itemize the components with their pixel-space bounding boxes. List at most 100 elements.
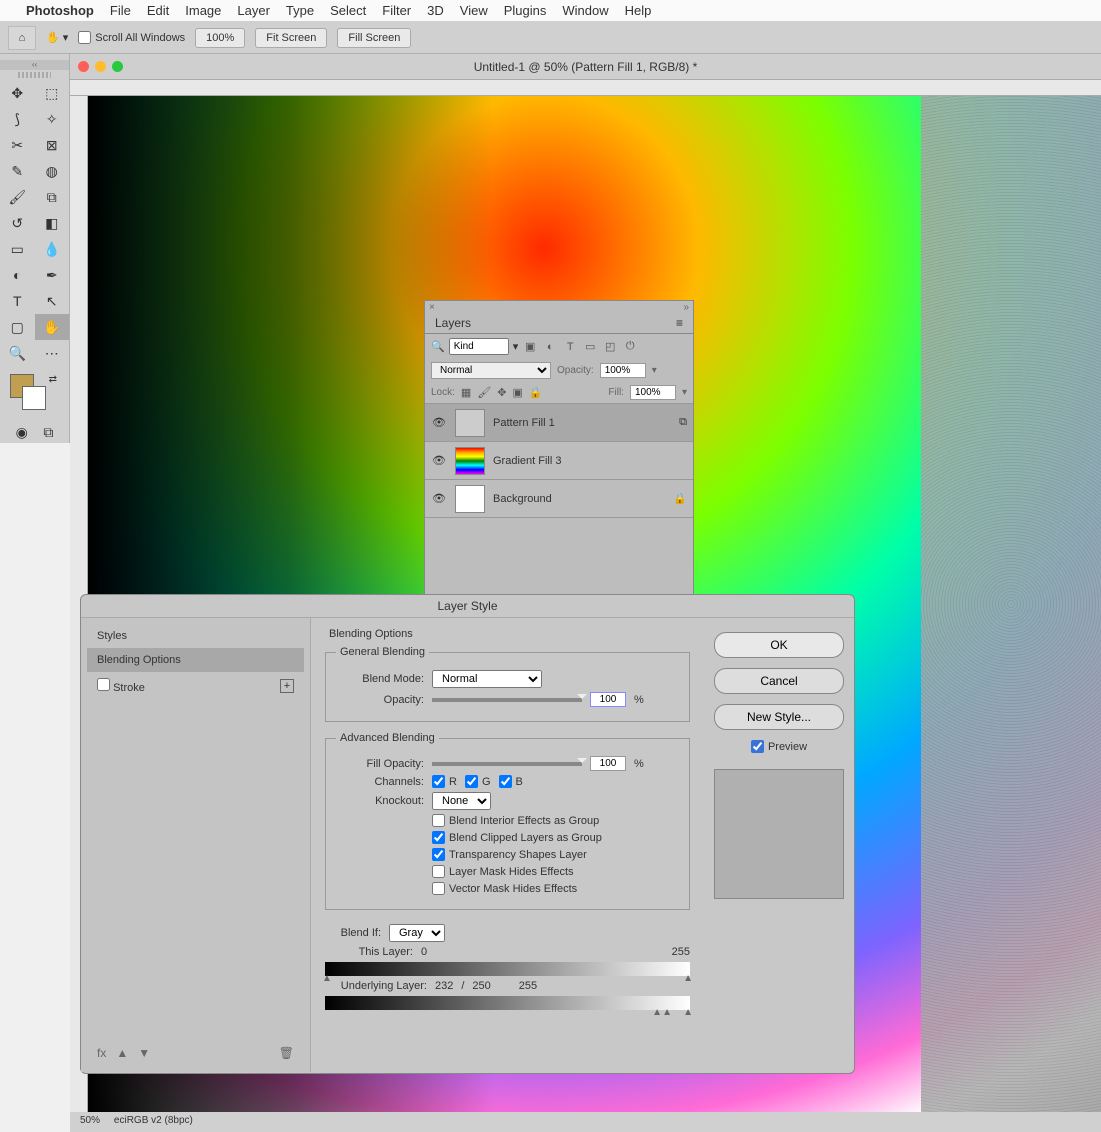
heal-tool[interactable]: ◍ bbox=[35, 158, 70, 184]
menu-plugins[interactable]: Plugins bbox=[504, 3, 547, 18]
menu-help[interactable]: Help bbox=[625, 3, 652, 18]
lasso-tool[interactable]: ⟆ bbox=[0, 106, 35, 132]
fill-field[interactable] bbox=[630, 385, 676, 400]
layer-item[interactable]: 👁 Background 🔒 bbox=[425, 479, 693, 517]
layermask-hides-checkbox[interactable]: Layer Mask Hides Effects bbox=[432, 865, 574, 878]
home-button[interactable]: ⌂ bbox=[8, 26, 36, 50]
lock-transparency-icon[interactable]: ▦ bbox=[461, 386, 471, 399]
status-profile[interactable]: eciRGB v2 (8bpc) bbox=[114, 1115, 193, 1126]
zoom-tool[interactable]: 🔍 bbox=[0, 340, 35, 366]
menu-layer[interactable]: Layer bbox=[237, 3, 270, 18]
scroll-all-checkbox[interactable]: Scroll All Windows bbox=[78, 31, 185, 44]
crop-tool[interactable]: ✂ bbox=[0, 132, 35, 158]
vectormask-hides-checkbox[interactable]: Vector Mask Hides Effects bbox=[432, 882, 577, 895]
this-layer-slider[interactable]: ▲▲ bbox=[325, 962, 690, 976]
filter-smart-icon[interactable]: ◰ bbox=[602, 339, 618, 355]
zoom-window-icon[interactable] bbox=[112, 61, 123, 72]
path-tool[interactable]: ↖ bbox=[35, 288, 70, 314]
fill-screen-button[interactable]: Fill Screen bbox=[337, 28, 411, 48]
status-zoom[interactable]: 50% bbox=[80, 1115, 100, 1126]
blending-options-item[interactable]: Blending Options bbox=[87, 648, 304, 672]
menu-image[interactable]: Image bbox=[185, 3, 221, 18]
close-window-icon[interactable] bbox=[78, 61, 89, 72]
channel-b-checkbox[interactable]: B bbox=[499, 775, 523, 788]
menu-filter[interactable]: Filter bbox=[382, 3, 411, 18]
dodge-tool[interactable]: ◐ bbox=[0, 262, 35, 288]
preview-checkbox[interactable]: Preview bbox=[751, 740, 807, 753]
blend-clipped-checkbox[interactable]: Blend Clipped Layers as Group bbox=[432, 831, 602, 844]
blend-interior-checkbox[interactable]: Blend Interior Effects as Group bbox=[432, 814, 599, 827]
blend-mode-select[interactable]: Normal bbox=[432, 670, 542, 688]
collapse-panel-icon[interactable]: » bbox=[683, 302, 689, 313]
close-panel-icon[interactable]: × bbox=[429, 302, 435, 313]
gradient-tool[interactable]: ▭ bbox=[0, 236, 35, 262]
filter-shape-icon[interactable]: ▭ bbox=[582, 339, 598, 355]
blendif-select[interactable]: Gray bbox=[389, 924, 445, 942]
lock-artboard-icon[interactable]: ▣ bbox=[513, 386, 523, 399]
layer-link-icon[interactable]: ⧉ bbox=[679, 416, 687, 429]
dialog-title[interactable]: Layer Style bbox=[81, 595, 854, 618]
menu-file[interactable]: File bbox=[110, 3, 131, 18]
add-effect-icon[interactable]: + bbox=[280, 679, 294, 693]
menu-edit[interactable]: Edit bbox=[147, 3, 169, 18]
history-brush-tool[interactable]: ↺ bbox=[0, 210, 35, 236]
more-tools[interactable]: ⋯ bbox=[35, 340, 70, 366]
filter-pixel-icon[interactable]: ▣ bbox=[522, 339, 538, 355]
menu-3d[interactable]: 3D bbox=[427, 3, 444, 18]
cancel-button[interactable]: Cancel bbox=[714, 668, 844, 694]
blur-tool[interactable]: 💧 bbox=[35, 236, 70, 262]
fill-opacity-slider[interactable] bbox=[432, 762, 582, 766]
layers-panel[interactable]: ×» Layers≡ 🔍 ▾ ▣ ◐ T ▭ ◰ ⏻ Normal Opacit… bbox=[424, 300, 694, 638]
color-swatches[interactable]: ⇄ bbox=[10, 374, 59, 414]
filter-toggle-icon[interactable]: ⏻ bbox=[622, 339, 638, 355]
layer-name[interactable]: Gradient Fill 3 bbox=[493, 455, 687, 467]
layer-thumb[interactable] bbox=[455, 409, 485, 437]
brush-tool[interactable]: 🖌 bbox=[0, 184, 35, 210]
layer-thumb[interactable] bbox=[455, 447, 485, 475]
visibility-icon[interactable]: 👁 bbox=[431, 454, 447, 467]
menu-view[interactable]: View bbox=[460, 3, 488, 18]
new-style-button[interactable]: New Style... bbox=[714, 704, 844, 730]
background-color[interactable] bbox=[22, 386, 46, 410]
collapse-icon[interactable]: ‹‹ bbox=[0, 60, 69, 70]
blend-mode-select[interactable]: Normal bbox=[431, 362, 551, 379]
layer-item[interactable]: 👁 Pattern Fill 1 ⧉ bbox=[425, 403, 693, 441]
opacity-field[interactable] bbox=[590, 692, 626, 707]
app-name[interactable]: Photoshop bbox=[26, 3, 94, 18]
marquee-tool[interactable]: ⬚ bbox=[35, 80, 70, 106]
screenmode-icon[interactable]: ⧉ bbox=[43, 424, 53, 441]
lock-all-icon[interactable]: 🔒 bbox=[529, 386, 543, 399]
trash-icon[interactable]: 🗑 bbox=[279, 1046, 294, 1060]
menu-window[interactable]: Window bbox=[562, 3, 608, 18]
hand-tool[interactable]: ✋ bbox=[35, 314, 70, 340]
swap-colors-icon[interactable]: ⇄ bbox=[49, 374, 57, 385]
down-icon[interactable]: ▼ bbox=[138, 1046, 150, 1060]
frame-tool[interactable]: ⊠ bbox=[35, 132, 70, 158]
opacity-field[interactable] bbox=[600, 363, 646, 378]
visibility-icon[interactable]: 👁 bbox=[431, 492, 447, 505]
panel-menu-icon[interactable]: ≡ bbox=[676, 316, 683, 330]
layers-tab[interactable]: Layers≡ bbox=[425, 313, 693, 334]
menu-type[interactable]: Type bbox=[286, 3, 314, 18]
channel-r-checkbox[interactable]: R bbox=[432, 775, 457, 788]
transparency-shapes-checkbox[interactable]: Transparency Shapes Layer bbox=[432, 848, 587, 861]
toolbox-grip[interactable] bbox=[18, 72, 51, 78]
pen-tool[interactable]: ✒ bbox=[35, 262, 70, 288]
channel-g-checkbox[interactable]: G bbox=[465, 775, 491, 788]
zoom-100-button[interactable]: 100% bbox=[195, 28, 245, 48]
fit-screen-button[interactable]: Fit Screen bbox=[255, 28, 327, 48]
up-icon[interactable]: ▲ bbox=[116, 1046, 128, 1060]
rect-tool[interactable]: ▢ bbox=[0, 314, 35, 340]
menu-select[interactable]: Select bbox=[330, 3, 366, 18]
stroke-item[interactable]: Stroke + bbox=[87, 672, 304, 700]
minimize-window-icon[interactable] bbox=[95, 61, 106, 72]
visibility-icon[interactable]: 👁 bbox=[431, 416, 447, 429]
eraser-tool[interactable]: ◧ bbox=[35, 210, 70, 236]
window-titlebar[interactable]: Untitled-1 @ 50% (Pattern Fill 1, RGB/8)… bbox=[70, 54, 1101, 80]
layer-name[interactable]: Background bbox=[493, 493, 665, 505]
type-tool[interactable]: T bbox=[0, 288, 35, 314]
fill-opacity-field[interactable] bbox=[590, 756, 626, 771]
ok-button[interactable]: OK bbox=[714, 632, 844, 658]
styles-item[interactable]: Styles bbox=[87, 624, 304, 648]
layer-style-dialog[interactable]: Layer Style Styles Blending Options Stro… bbox=[80, 594, 855, 1074]
